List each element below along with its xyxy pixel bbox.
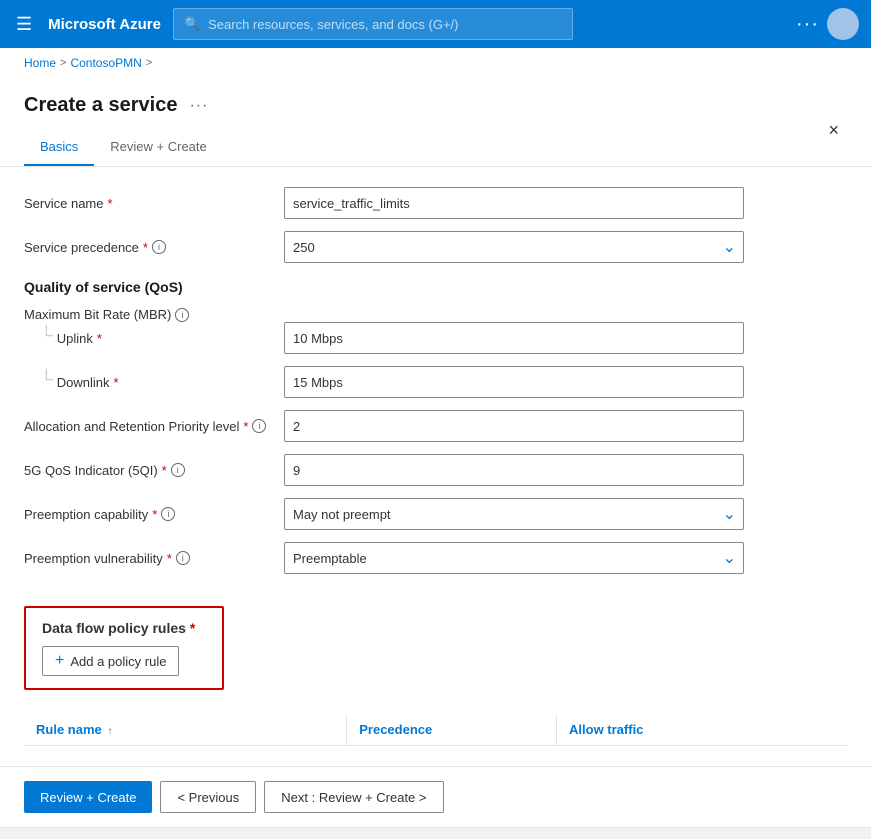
breadcrumb: Home > ContosoPMN > xyxy=(0,48,871,78)
qos5g-label: 5G QoS Indicator (5QI) * i xyxy=(24,463,284,478)
required-indicator: * xyxy=(243,419,248,434)
col-header-allow-traffic: Allow traffic xyxy=(557,714,847,746)
create-service-panel: Home > ContosoPMN > Create a service ···… xyxy=(0,48,871,839)
tabs-container: Basics Review + Create xyxy=(24,129,820,166)
preemption-cap-row: Preemption capability * i May not preemp… xyxy=(24,498,847,530)
scrollbar-area xyxy=(0,827,871,839)
col-header-precedence[interactable]: Precedence xyxy=(347,714,557,746)
required-indicator: * xyxy=(152,507,157,522)
uplink-label: └ Uplink * xyxy=(24,329,284,347)
service-precedence-row: Service precedence * i 250 xyxy=(24,231,847,263)
topnav-more-icon[interactable]: ··· xyxy=(796,13,819,36)
breadcrumb-item1[interactable]: ContosoPMN xyxy=(70,56,141,70)
policy-rules-container: Data flow policy rules * + Add a policy … xyxy=(24,590,847,706)
info-icon: i xyxy=(152,240,166,254)
col-header-rule-name[interactable]: Rule name ↑ xyxy=(24,714,347,746)
required-indicator: * xyxy=(162,463,167,478)
tab-review-create[interactable]: Review + Create xyxy=(94,129,222,166)
mbr-info-icon: i xyxy=(175,308,189,322)
uplink-row: └ Uplink * xyxy=(24,322,847,354)
preemption-vul-row: Preemption vulnerability * i Preemptable xyxy=(24,542,847,574)
required-indicator: * xyxy=(107,196,112,211)
required-indicator: * xyxy=(190,620,195,636)
policy-rules-title: Data flow policy rules * xyxy=(42,620,206,636)
allocation-info-icon: i xyxy=(252,419,266,433)
preemption-vul-select[interactable]: Preemptable xyxy=(284,542,744,574)
required-indicator: * xyxy=(167,551,172,566)
allocation-label: Allocation and Retention Priority level … xyxy=(24,419,284,434)
breadcrumb-home[interactable]: Home xyxy=(24,56,56,70)
azure-logo-title: Microsoft Azure xyxy=(48,16,161,33)
previous-button[interactable]: < Previous xyxy=(160,781,256,813)
service-precedence-label: Service precedence * i xyxy=(24,240,284,255)
mbr-label: Maximum Bit Rate (MBR) i xyxy=(24,307,284,322)
breadcrumb-sep1: > xyxy=(60,57,66,69)
close-icon[interactable]: × xyxy=(820,116,847,145)
service-precedence-select[interactable]: 250 xyxy=(284,231,744,263)
preemption-vul-label: Preemption vulnerability * i xyxy=(24,551,284,566)
review-create-button[interactable]: Review + Create xyxy=(24,781,152,813)
mbr-label-row: Maximum Bit Rate (MBR) i xyxy=(24,307,847,322)
allocation-row: Allocation and Retention Priority level … xyxy=(24,410,847,442)
avatar[interactable] xyxy=(827,8,859,40)
required-indicator: * xyxy=(97,331,102,346)
plus-icon: + xyxy=(55,652,64,670)
sort-arrow-icon: ↑ xyxy=(107,726,112,737)
footer: Review + Create < Previous Next : Review… xyxy=(0,766,871,827)
policy-rules-section: Data flow policy rules * + Add a policy … xyxy=(24,606,224,690)
service-name-row: Service name * xyxy=(24,187,847,219)
required-indicator: * xyxy=(143,240,148,255)
uplink-input[interactable] xyxy=(284,322,744,354)
downlink-row: └ Downlink * xyxy=(24,366,847,398)
preemption-cap-select-wrapper: May not preempt xyxy=(284,498,744,530)
search-icon: 🔍 xyxy=(184,16,200,32)
qos-section-header: Quality of service (QoS) xyxy=(24,279,847,295)
panel-more-icon[interactable]: ··· xyxy=(189,97,208,115)
tab-basics[interactable]: Basics xyxy=(24,129,94,166)
qos5g-info-icon: i xyxy=(171,463,185,477)
top-navigation: ☰ Microsoft Azure 🔍 ··· xyxy=(0,0,871,48)
qos5g-row: 5G QoS Indicator (5QI) * i xyxy=(24,454,847,486)
service-name-control xyxy=(284,187,744,219)
qos5g-control xyxy=(284,454,744,486)
add-policy-rule-label: Add a policy rule xyxy=(70,654,166,669)
service-name-input[interactable] xyxy=(284,187,744,219)
service-precedence-select-wrapper: 250 xyxy=(284,231,744,263)
service-name-label: Service name * xyxy=(24,196,284,211)
page-title: Create a service xyxy=(24,94,177,117)
preemption-cap-info-icon: i xyxy=(161,507,175,521)
add-policy-rule-button[interactable]: + Add a policy rule xyxy=(42,646,179,676)
hamburger-menu-icon[interactable]: ☰ xyxy=(12,10,36,39)
preemption-cap-select[interactable]: May not preempt xyxy=(284,498,744,530)
required-indicator: * xyxy=(114,375,119,390)
allocation-input[interactable] xyxy=(284,410,744,442)
uplink-control xyxy=(284,322,744,354)
breadcrumb-sep2: > xyxy=(146,57,152,69)
downlink-label: └ Downlink * xyxy=(24,373,284,391)
downlink-control xyxy=(284,366,744,398)
qos5g-input[interactable] xyxy=(284,454,744,486)
next-button[interactable]: Next : Review + Create > xyxy=(264,781,443,813)
global-search-box[interactable]: 🔍 xyxy=(173,8,573,40)
preemption-vul-select-wrapper: Preemptable xyxy=(284,542,744,574)
topnav-right-section: ··· xyxy=(796,8,859,40)
downlink-input[interactable] xyxy=(284,366,744,398)
allocation-control xyxy=(284,410,744,442)
policy-rules-table: Rule name ↑ Precedence Allow traffic xyxy=(24,714,847,746)
search-input[interactable] xyxy=(208,17,562,32)
panel-header: Create a service ··· Basics Review + Cre… xyxy=(0,78,871,167)
form-content: Service name * Service precedence * i 25… xyxy=(0,167,871,766)
panel-title-row: Create a service ··· xyxy=(24,94,820,117)
preemption-vul-info-icon: i xyxy=(176,551,190,565)
preemption-cap-label: Preemption capability * i xyxy=(24,507,284,522)
